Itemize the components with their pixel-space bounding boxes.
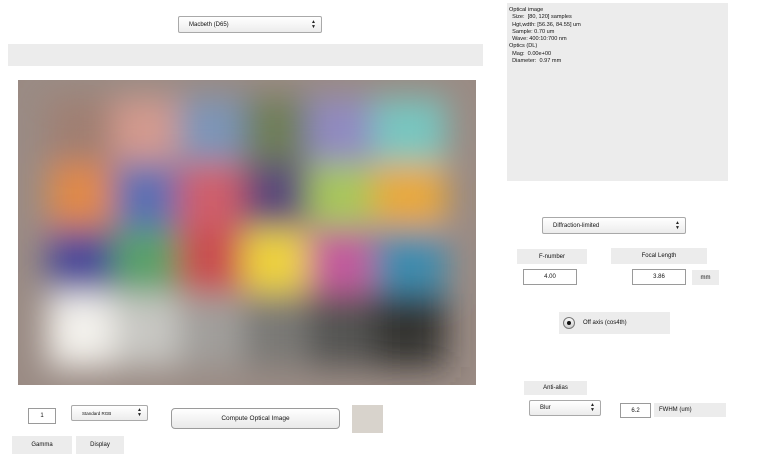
color-patch — [178, 228, 251, 302]
color-patch — [308, 228, 381, 302]
color-patch — [243, 228, 316, 302]
updown-arrows-icon: ▲ ▼ — [675, 219, 680, 231]
color-patch — [48, 228, 121, 302]
color-patch — [373, 163, 446, 237]
scene-selector-value: Macbeth (D65) — [189, 21, 229, 28]
updown-arrows-icon: ▲ ▼ — [590, 402, 595, 413]
optics-info-panel: Optical image Size: [80, 120] samples Hg… — [507, 3, 728, 181]
optics-info-line: Sample: 0.70 um — [509, 28, 555, 35]
anti-alias-method-value: Blur — [540, 405, 551, 411]
color-patch — [48, 163, 121, 237]
color-patch — [373, 293, 446, 367]
gamma-label: Gamma — [12, 436, 72, 454]
compute-optical-image-button[interactable]: Compute Optical Image — [171, 408, 340, 429]
color-patch — [113, 98, 186, 172]
off-axis-label: Off axis (cos4th) — [583, 320, 627, 326]
color-patch — [178, 163, 251, 237]
color-patch — [178, 98, 251, 172]
radio-selected-dot-icon — [567, 321, 571, 325]
fnumber-input[interactable]: 4.00 — [523, 269, 577, 285]
optics-info-line: Mag: 0.00e+00 — [509, 50, 552, 57]
color-swatch — [352, 405, 383, 433]
optics-info-line: Size: [80, 120] samples — [509, 14, 572, 21]
fnumber-label: F-number — [517, 249, 587, 264]
anti-alias-label: Anti-alias — [524, 381, 587, 395]
color-patch — [113, 163, 186, 237]
focal-length-unit: mm — [692, 270, 719, 285]
off-axis-option[interactable]: Off axis (cos4th) — [559, 312, 670, 334]
optics-model-selector[interactable]: Diffraction-limited ▲ ▼ — [542, 217, 686, 234]
color-patch — [113, 228, 186, 302]
color-patch — [308, 293, 381, 367]
optics-info-line: Wave: 400:10:700 nm — [509, 36, 567, 43]
optics-info-line: Diameter: 0.97 mm — [509, 58, 562, 65]
color-patch — [243, 293, 316, 367]
color-patch — [373, 228, 446, 302]
focal-length-input[interactable]: 3.86 — [632, 269, 686, 285]
color-patch — [308, 98, 381, 172]
color-patch — [308, 163, 381, 237]
color-patch — [243, 163, 316, 237]
optics-info-line: Optics (DL) — [509, 43, 538, 50]
optics-info-line: Hgt,wdth: [56.36, 84.55] um — [509, 21, 581, 28]
display-mode-selector[interactable]: Standard RGB ▲ ▼ — [71, 405, 148, 421]
focal-length-label: Focal Length — [611, 248, 707, 264]
off-axis-radio[interactable] — [563, 317, 575, 329]
updown-arrows-icon: ▲ ▼ — [311, 18, 316, 30]
optics-model-value: Diffraction-limited — [553, 222, 600, 229]
status-bar — [8, 44, 483, 66]
color-patch — [48, 98, 121, 172]
optical-image-canvas — [18, 80, 476, 385]
color-patch — [113, 293, 186, 367]
fwhm-label: FWHM (um) — [654, 403, 726, 417]
fwhm-input[interactable]: 6.2 — [620, 403, 651, 418]
color-patch — [373, 98, 446, 172]
gamma-input[interactable]: 1 — [28, 408, 56, 424]
display-mode-value: Standard RGB — [82, 410, 112, 416]
optics-info-line: Optical image — [509, 7, 544, 13]
display-label: Display — [76, 436, 124, 454]
updown-arrows-icon: ▲ ▼ — [137, 407, 142, 418]
optical-image[interactable] — [18, 80, 476, 385]
anti-alias-method-selector[interactable]: Blur ▲ ▼ — [529, 400, 601, 416]
color-patch — [243, 98, 316, 172]
scene-selector[interactable]: Macbeth (D65) ▲ ▼ — [178, 16, 322, 33]
color-patch — [178, 293, 251, 367]
color-patch — [48, 293, 121, 367]
